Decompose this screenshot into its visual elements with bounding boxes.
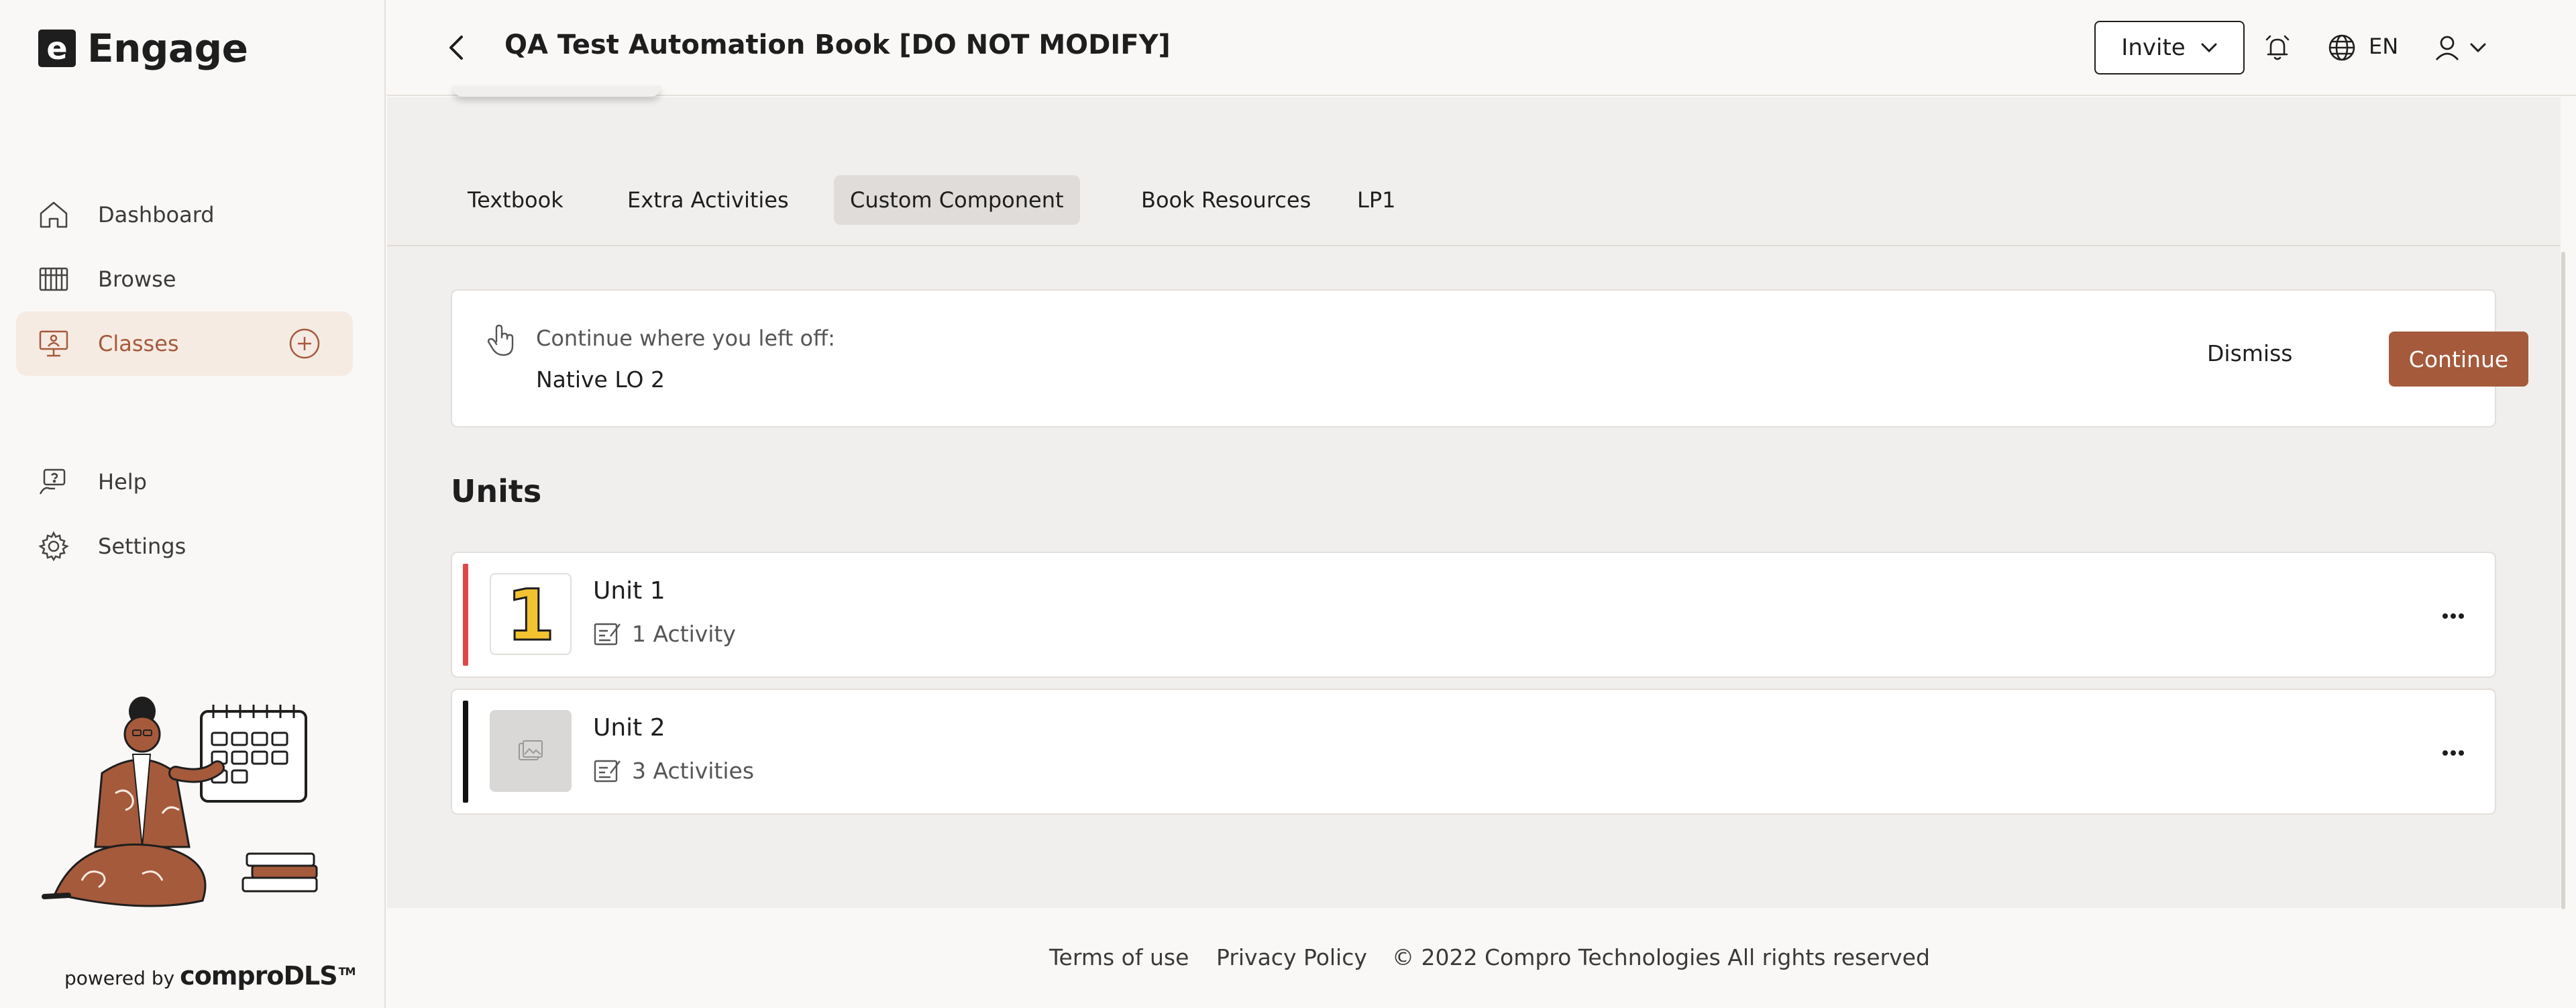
add-class-button[interactable] bbox=[288, 327, 321, 360]
unit-accent-bar bbox=[463, 701, 468, 803]
home-icon bbox=[38, 199, 70, 231]
powered-brand-name: comproDLS bbox=[180, 961, 337, 991]
app-logo[interactable]: e Engage bbox=[38, 26, 248, 71]
invite-button[interactable]: Invite bbox=[2094, 21, 2245, 74]
continue-item-name[interactable]: Native LO 2 bbox=[536, 366, 665, 393]
thumb-number: 1 bbox=[506, 581, 555, 648]
activity-icon bbox=[594, 623, 621, 646]
terms-link[interactable]: Terms of use bbox=[1049, 944, 1189, 970]
unit-meta: 3 Activities bbox=[593, 757, 754, 784]
unit-more-button[interactable] bbox=[2437, 600, 2469, 632]
unit-thumbnail: 1 bbox=[490, 573, 572, 655]
sidebar-item-label: Classes bbox=[98, 331, 179, 356]
unit-name[interactable]: Unit 1 bbox=[593, 577, 665, 605]
sidebar: e Engage Dashboard Browse Classes Help S… bbox=[0, 0, 386, 1008]
sidebar-item-label: Browse bbox=[98, 266, 176, 292]
powered-by-text: powered by bbox=[64, 967, 175, 989]
profile-menu-toggle[interactable] bbox=[2461, 31, 2495, 64]
sidebar-item-classes[interactable]: Classes bbox=[16, 311, 353, 376]
tab-lp1[interactable]: LP1 bbox=[1341, 175, 1411, 225]
sidebar-item-label: Dashboard bbox=[98, 202, 215, 228]
unit-accent-bar bbox=[463, 564, 468, 666]
privacy-link[interactable]: Privacy Policy bbox=[1216, 944, 1367, 970]
image-placeholder-icon bbox=[519, 740, 543, 760]
sidebar-item-help[interactable]: Help bbox=[16, 450, 353, 514]
user-icon bbox=[2435, 36, 2459, 60]
trademark: TM bbox=[338, 965, 356, 978]
unit-thumbnail bbox=[490, 710, 572, 792]
globe-icon bbox=[2328, 34, 2355, 61]
activity-icon bbox=[594, 760, 621, 783]
continue-button[interactable]: Continue bbox=[2389, 332, 2528, 387]
collapsed-panel-edge bbox=[453, 86, 661, 97]
tab-book-resources[interactable]: Book Resources bbox=[1125, 175, 1327, 225]
app-name: Engage bbox=[87, 26, 248, 71]
dismiss-button[interactable]: Dismiss bbox=[2207, 340, 2292, 366]
continue-card: Continue where you left off: Native LO 2… bbox=[451, 289, 2528, 427]
footer: Terms of use Privacy Policy © 2022 Compr… bbox=[387, 909, 2576, 1008]
language-label[interactable]: EN bbox=[2369, 34, 2398, 59]
copyright-text: © 2022 Compro Technologies All rights re… bbox=[1392, 944, 1930, 970]
back-button[interactable] bbox=[439, 31, 473, 64]
main-content: Textbook Extra Activities Custom Compone… bbox=[387, 97, 2561, 908]
unit-card[interactable]: Unit 2 3 Activities bbox=[451, 689, 2496, 815]
main-scrollbar[interactable] bbox=[2561, 252, 2565, 909]
sidebar-item-browse[interactable]: Browse bbox=[16, 247, 353, 311]
gear-icon bbox=[38, 530, 70, 562]
unit-activity-count: 3 Activities bbox=[632, 757, 755, 784]
more-horizontal-icon bbox=[2443, 750, 2464, 756]
unit-activity-count: 1 Activity bbox=[632, 620, 736, 647]
page-title: QA Test Automation Book [DO NOT MODIFY] bbox=[504, 30, 1171, 60]
unit-more-button[interactable] bbox=[2437, 737, 2469, 769]
logo-mark: e bbox=[38, 30, 76, 67]
notifications-button[interactable] bbox=[2261, 31, 2294, 64]
number-one-image: 1 bbox=[505, 581, 555, 648]
top-header: QA Test Automation Book [DO NOT MODIFY] … bbox=[387, 0, 2576, 96]
sidebar-item-label: Settings bbox=[98, 534, 186, 559]
unit-card[interactable]: 1 Unit 1 1 Activity bbox=[451, 552, 2496, 678]
help-icon bbox=[38, 466, 70, 498]
sidebar-item-settings[interactable]: Settings bbox=[16, 514, 353, 578]
pointing-hand-icon bbox=[487, 324, 514, 356]
chevron-down-icon bbox=[2470, 43, 2486, 53]
chevron-left-icon bbox=[449, 36, 463, 60]
continue-label: Continue where you left off: bbox=[536, 325, 835, 351]
teacher-illustration bbox=[42, 697, 318, 907]
powered-by-brand: comproDLS TM bbox=[180, 961, 356, 991]
unit-name[interactable]: Unit 2 bbox=[593, 714, 665, 742]
chevron-down-icon bbox=[2201, 43, 2217, 53]
tab-textbook[interactable]: Textbook bbox=[451, 175, 580, 225]
library-icon bbox=[38, 263, 70, 295]
invite-label: Invite bbox=[2121, 34, 2186, 61]
profile-button[interactable] bbox=[2430, 31, 2464, 64]
units-heading: Units bbox=[451, 473, 542, 509]
powered-by: powered by comproDLS TM bbox=[64, 961, 356, 991]
sidebar-item-label: Help bbox=[98, 469, 147, 495]
tab-extra-activities[interactable]: Extra Activities bbox=[611, 175, 805, 225]
tab-custom-component[interactable]: Custom Component bbox=[834, 175, 1080, 225]
classroom-icon bbox=[38, 327, 70, 360]
tabs-bar: Textbook Extra Activities Custom Compone… bbox=[387, 97, 2561, 246]
language-button[interactable] bbox=[2325, 31, 2359, 64]
unit-meta: 1 Activity bbox=[593, 620, 736, 647]
sidebar-item-dashboard[interactable]: Dashboard bbox=[16, 183, 353, 247]
more-horizontal-icon bbox=[2443, 613, 2464, 619]
alarm-bell-icon bbox=[2265, 35, 2290, 60]
